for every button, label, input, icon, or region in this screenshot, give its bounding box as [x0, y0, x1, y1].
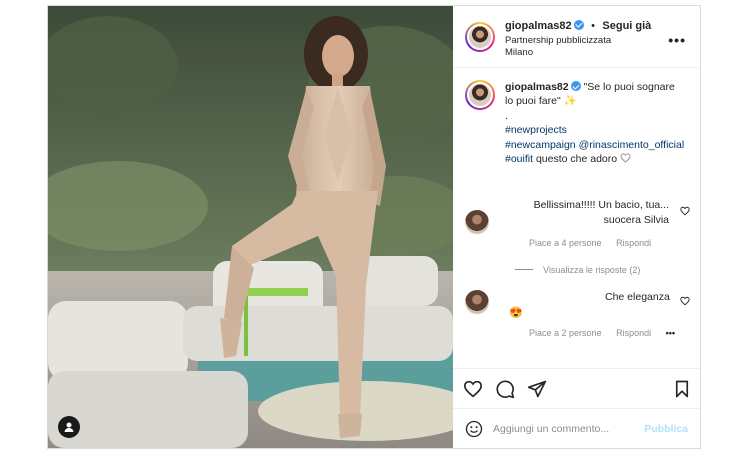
follow-button[interactable]: Segui già	[602, 20, 651, 32]
author-avatar[interactable]	[465, 21, 495, 52]
hashtag-newcampaign[interactable]: #newcampaign	[505, 139, 576, 151]
comment-composer: Pubblica	[453, 408, 700, 448]
commenter-avatar[interactable]	[465, 210, 489, 234]
heart-icon[interactable]	[463, 380, 483, 398]
photo-woman-beige-suit	[48, 6, 453, 448]
author-info: giopalmas82 • Segui già Partnership pubb…	[505, 15, 651, 59]
hashtag-newprojects[interactable]: #newprojects	[505, 123, 685, 137]
comment-likes[interactable]: Piace a 2 persone	[529, 328, 602, 338]
white-heart-icon	[620, 153, 631, 164]
location-link[interactable]: Milano	[505, 47, 651, 59]
post-caption: giopalmas82 "Se lo puoi sognare lo puoi …	[465, 80, 688, 167]
verified-badge-icon	[573, 19, 584, 30]
caption-text: giopalmas82 "Se lo puoi sognare lo puoi …	[505, 80, 685, 167]
instagram-post: giopalmas82 • Segui già Partnership pubb…	[47, 5, 701, 449]
verified-badge-icon	[570, 81, 581, 91]
comment-input[interactable]	[493, 422, 633, 435]
view-replies-button[interactable]: Visualizza le risposte (2)	[515, 265, 640, 275]
user-icon	[64, 422, 74, 432]
reply-button[interactable]: Rispondi	[616, 328, 651, 338]
comment-meta: Piace a 4 persone Rispondi	[529, 238, 663, 248]
separator-dot: •	[591, 19, 595, 32]
hashtag-ouifit[interactable]: #ouifit	[505, 153, 533, 165]
comment-item: Che eleganza 😍 Piace a 2 persone Rispond…	[465, 290, 690, 340]
commenter-avatar[interactable]	[465, 290, 489, 314]
more-options-icon[interactable]: •••	[668, 32, 686, 48]
publish-button[interactable]: Pubblica	[644, 423, 688, 435]
comment-meta: Piace a 2 persone Rispondi •••	[529, 328, 687, 338]
like-comment-heart-icon[interactable]	[680, 296, 690, 306]
post-photo[interactable]	[48, 6, 453, 448]
post-actions	[453, 368, 700, 408]
reply-button[interactable]: Rispondi	[616, 238, 651, 248]
mention-rinascimento[interactable]: @rinascimento_official	[579, 139, 685, 151]
partnership-label[interactable]: Partnership pubblicizzata	[505, 35, 651, 47]
comments-area: giopalmas82 "Se lo puoi sognare lo puoi …	[453, 68, 700, 368]
post-header: giopalmas82 • Segui già Partnership pubb…	[453, 6, 700, 68]
comment-emoji: 😍	[509, 307, 523, 319]
author-username[interactable]: giopalmas82	[505, 20, 572, 32]
user-tag-button[interactable]	[58, 416, 80, 438]
emoji-icon[interactable]	[465, 420, 483, 438]
bookmark-icon[interactable]	[674, 380, 690, 398]
comment-more-icon[interactable]: •••	[666, 328, 675, 338]
caption-avatar[interactable]	[465, 80, 495, 110]
caption-username[interactable]: giopalmas82	[505, 81, 569, 93]
comment-icon[interactable]	[495, 379, 515, 399]
comment-text: Bellissima!!!!! Un bacio, tua... suocera…	[533, 199, 669, 226]
post-sidebar: giopalmas82 • Segui già Partnership pubb…	[453, 6, 700, 448]
caption-tail: questo che adoro	[535, 153, 618, 166]
share-icon[interactable]	[527, 379, 547, 399]
comment-likes[interactable]: Piace a 4 persone	[529, 238, 602, 248]
comment-item: Bellissima!!!!! Un bacio, tua... suocera…	[465, 198, 690, 288]
caption-dot: .	[505, 109, 508, 122]
like-comment-heart-icon[interactable]	[680, 206, 690, 216]
comment-text: Che eleganza	[605, 291, 670, 303]
